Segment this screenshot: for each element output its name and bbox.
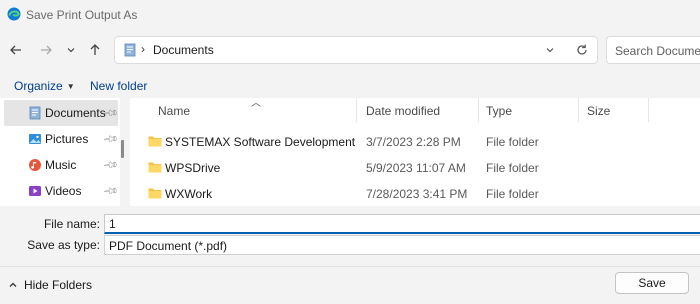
back-button[interactable] <box>6 40 26 60</box>
arrow-left-icon <box>10 45 21 55</box>
search-box[interactable]: Search Documents <box>606 36 700 64</box>
pin-icon: 📌︎ <box>101 156 119 174</box>
breadcrumb-separator: › <box>141 42 145 56</box>
up-button[interactable] <box>85 40 105 60</box>
sidebar-item-pictures[interactable]: Pictures 📌︎ <box>4 126 119 152</box>
hide-folders-label: Hide Folders <box>24 278 93 292</box>
search-input[interactable]: Search Documents <box>615 44 700 58</box>
recent-locations-button[interactable] <box>61 40 81 60</box>
music-icon <box>29 159 41 171</box>
folder-icon <box>148 162 162 173</box>
file-name: WPSDrive <box>165 161 221 175</box>
folder-icon <box>148 136 162 147</box>
save-type-value: PDF Document (*.pdf) <box>109 239 228 253</box>
sidebar-item-label: Music <box>45 158 77 172</box>
caret-down-icon: ▼ <box>66 82 75 91</box>
file-date: 5/9/2023 11:07 AM <box>366 161 466 175</box>
file-type: File folder <box>486 161 539 175</box>
sort-ascending-icon: ︿ <box>251 98 261 109</box>
file-date: 7/28/2023 3:41 PM <box>366 187 468 201</box>
address-bar[interactable]: › Documents <box>114 36 598 64</box>
new-folder-button[interactable]: New folder <box>90 79 147 93</box>
table-row[interactable]: SYSTEMAX Software Development 3/7/2023 2… <box>130 130 700 154</box>
column-header-date[interactable]: Date modified <box>366 104 440 118</box>
title-bar: Save Print Output As <box>0 0 700 30</box>
chevron-up-icon <box>9 282 17 287</box>
organize-label: Organize <box>14 79 63 93</box>
file-name-label: File name: <box>43 217 100 231</box>
save-form: File name: 1 Save as type: PDF Document … <box>0 206 700 266</box>
sidebar-item-label: Pictures <box>45 132 89 146</box>
file-name: WXWork <box>165 187 213 201</box>
column-header-size[interactable]: Size <box>587 104 610 118</box>
navigation-pane: Documents 📌︎ Pictures 📌︎ Music 📌︎ Videos… <box>0 98 120 206</box>
organize-button[interactable]: Organize ▼ <box>14 79 75 93</box>
file-type: File folder <box>486 187 539 201</box>
window-title: Save Print Output As <box>26 8 138 22</box>
file-type: File folder <box>486 135 539 149</box>
hide-folders-button[interactable]: Hide Folders <box>8 278 92 292</box>
column-divider[interactable] <box>578 98 579 122</box>
dialog-footer: Hide Folders Save <box>0 266 700 304</box>
file-list: ︿ Name Date modified Type Size SYSTEMAX … <box>130 98 700 206</box>
save-type-select[interactable]: PDF Document (*.pdf) <box>104 235 700 255</box>
pictures-icon <box>29 134 41 144</box>
pane-splitter[interactable] <box>121 140 124 158</box>
sidebar-item-label: Documents <box>45 106 106 120</box>
chevron-down-icon[interactable] <box>545 43 555 57</box>
arrow-right-icon <box>41 45 52 55</box>
sidebar-item-documents[interactable]: Documents 📌︎ <box>4 100 119 126</box>
table-row[interactable]: WXWork 7/28/2023 3:41 PM File folder <box>130 182 700 206</box>
sidebar-item-label: Videos <box>45 184 82 198</box>
videos-icon <box>29 186 41 196</box>
column-header-name[interactable]: Name <box>158 104 190 118</box>
pin-icon: 📌︎ <box>101 130 119 148</box>
table-row[interactable]: WPSDrive 5/9/2023 11:07 AM File folder <box>130 156 700 180</box>
folder-icon <box>148 188 162 199</box>
column-header-type[interactable]: Type <box>486 104 512 118</box>
file-date: 3/7/2023 2:28 PM <box>366 135 461 149</box>
navigation-bar: › Documents Search Documents <box>0 30 700 70</box>
chevron-down-icon <box>67 48 75 53</box>
save-button[interactable]: Save <box>615 272 689 294</box>
save-type-label: Save as type: <box>27 238 100 252</box>
command-bar: Organize ▼ New folder <box>0 72 700 100</box>
breadcrumb-documents[interactable]: Documents <box>153 43 214 57</box>
edge-icon <box>7 7 21 21</box>
sidebar-item-music[interactable]: Music 📌︎ <box>4 152 119 178</box>
arrow-up-icon <box>90 44 100 55</box>
file-name: SYSTEMAX Software Development <box>165 135 356 149</box>
sidebar-item-videos[interactable]: Videos 📌︎ <box>4 178 119 204</box>
file-name-input[interactable]: 1 <box>104 214 700 234</box>
documents-icon <box>124 43 136 57</box>
forward-button[interactable] <box>36 40 56 60</box>
pin-icon: 📌︎ <box>101 182 119 200</box>
column-divider[interactable] <box>478 98 479 122</box>
refresh-icon[interactable] <box>575 42 589 58</box>
documents-icon <box>29 106 41 120</box>
file-name-value: 1 <box>109 217 116 231</box>
column-divider[interactable] <box>356 98 357 122</box>
column-divider[interactable] <box>648 98 649 122</box>
